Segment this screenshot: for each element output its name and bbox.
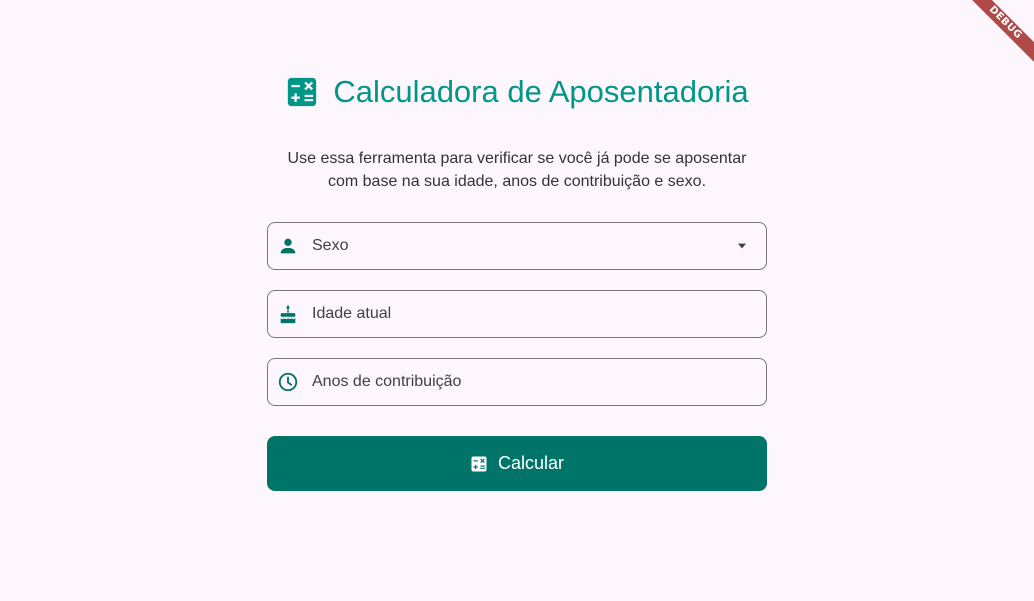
page: DEBUG Calculadora de Aposentadoria Use e… <box>0 0 1034 601</box>
contribution-years-input-label: Anos de contribuição <box>312 373 462 390</box>
calculate-button[interactable]: Calcular <box>267 436 767 491</box>
person-icon <box>280 238 296 254</box>
sex-dropdown-label: Sexo <box>312 237 349 254</box>
calculate-icon <box>288 77 317 107</box>
page-description: Use essa ferramenta para verificar se vo… <box>267 147 767 193</box>
description-line-1: Use essa ferramenta para verificar se vo… <box>287 150 747 167</box>
calculate-button-label: Calcular <box>497 453 565 473</box>
clock-icon <box>278 372 298 392</box>
debug-ribbon-label: DEBUG <box>961 0 1034 67</box>
sex-dropdown[interactable]: Sexo <box>267 222 767 270</box>
calculate-icon <box>471 456 487 471</box>
arrow-drop-down-icon[interactable] <box>735 239 749 253</box>
debug-banner: DEBUG <box>954 0 1034 80</box>
age-input[interactable]: Idade atual <box>267 290 767 338</box>
contribution-years-input[interactable]: Anos de contribuição <box>267 358 767 406</box>
page-title: Calculadora de Aposentadoria <box>333 74 749 109</box>
age-input-label: Idade atual <box>312 305 392 322</box>
cake-icon <box>280 304 296 324</box>
description-line-2: com base na sua idade, anos de contribui… <box>327 173 707 190</box>
page-header: Calculadora de Aposentadoria <box>0 74 1034 110</box>
